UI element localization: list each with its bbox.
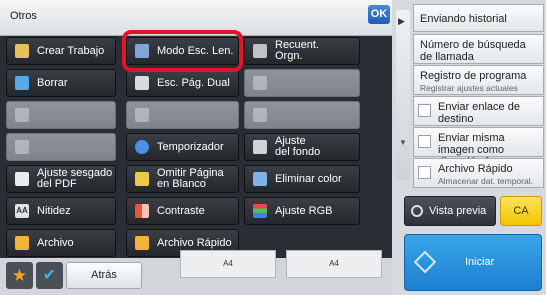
archivo-rapido-checkbox[interactable]: [418, 166, 431, 179]
skew-icon: [15, 172, 29, 186]
preview-icon: [411, 205, 423, 217]
crear-trabajo-button[interactable]: Crear Trabajo: [6, 37, 116, 65]
scroll-down-icon[interactable]: ▼: [399, 138, 407, 147]
enviar-misma-option[interactable]: Enviar misma imagen como dirección fax: [413, 127, 544, 168]
enviando-historial-button[interactable]: Enviando historial: [413, 4, 544, 32]
blank-icon: [15, 140, 29, 154]
count-originals-icon: [253, 44, 267, 58]
folder-icon: [15, 236, 29, 250]
clock-icon: [135, 140, 149, 154]
ajuste-fondo-button[interactable]: Ajuste del fondo: [244, 133, 360, 161]
blank-icon: [253, 76, 267, 90]
esc-pag-dual-button[interactable]: Esc. Pág. Dual: [126, 69, 239, 97]
temporizador-button[interactable]: Temporizador: [126, 133, 239, 161]
enviar-misma-checkbox[interactable]: [418, 135, 431, 148]
registro-programa-button[interactable]: Registro de programa Registrar ajustes a…: [413, 65, 544, 95]
ok-button[interactable]: OK: [368, 5, 390, 24]
erase-icon: [15, 76, 29, 90]
contrast-icon: [135, 204, 149, 218]
back-button[interactable]: Atrás: [66, 262, 142, 289]
background-adjust-icon: [253, 140, 267, 154]
omitir-pagina-button[interactable]: Omitir Página en Blanco: [126, 165, 239, 193]
borrar-button[interactable]: Borrar: [6, 69, 116, 97]
drop-color-icon: [253, 172, 267, 186]
paper-tray-2: A4: [286, 250, 382, 278]
archivo-button[interactable]: Archivo: [6, 229, 116, 257]
enviar-enlace-checkbox[interactable]: [418, 104, 431, 117]
disabled-button-r4c1: [6, 133, 116, 161]
skip-blank-icon: [135, 172, 149, 186]
document-icon: [15, 44, 29, 58]
iniciar-button[interactable]: Iniciar: [404, 234, 542, 291]
play-arrow-icon[interactable]: ▶: [398, 16, 405, 27]
enviar-enlace-option[interactable]: Enviar enlace de destino: [413, 96, 544, 126]
contraste-button[interactable]: Contraste: [126, 197, 239, 225]
quick-folder-icon: [135, 236, 149, 250]
blank-icon: [135, 108, 149, 122]
eliminar-color-button[interactable]: Eliminar color: [244, 165, 360, 193]
disabled-button-r3c2: [126, 101, 239, 129]
ca-button[interactable]: CA: [500, 196, 542, 226]
star-icon[interactable]: ★: [6, 262, 33, 289]
blank-icon: [15, 108, 29, 122]
ajuste-sesgado-button[interactable]: Ajuste sesgado del PDF: [6, 165, 116, 193]
vista-previa-button[interactable]: Vista previa: [404, 196, 496, 226]
paper-tray-1: A4: [180, 250, 276, 278]
selection-highlight: [122, 30, 243, 72]
checkmark-icon[interactable]: ✔: [36, 262, 63, 289]
ajuste-rgb-button[interactable]: Ajuste RGB: [244, 197, 360, 225]
disabled-button-r3c3: [244, 101, 360, 129]
start-icon: [413, 250, 437, 274]
nitidez-button[interactable]: AA Nitidez: [6, 197, 116, 225]
sharpness-icon: AA: [15, 204, 29, 218]
recuent-orgn-button[interactable]: Recuent. Orgn.: [244, 37, 360, 65]
dual-page-icon: [135, 76, 149, 90]
scroll-column[interactable]: [396, 10, 410, 180]
numero-busqueda-button[interactable]: Número de búsqueda de llamada: [413, 34, 544, 64]
blank-icon: [253, 108, 267, 122]
archivo-rapido-option[interactable]: Archivo Rápido Almacenar dat. temporal.: [413, 158, 544, 188]
disabled-button-r3c1: [6, 101, 116, 129]
disabled-button-r2c3: [244, 69, 360, 97]
rgb-icon: [253, 204, 267, 218]
